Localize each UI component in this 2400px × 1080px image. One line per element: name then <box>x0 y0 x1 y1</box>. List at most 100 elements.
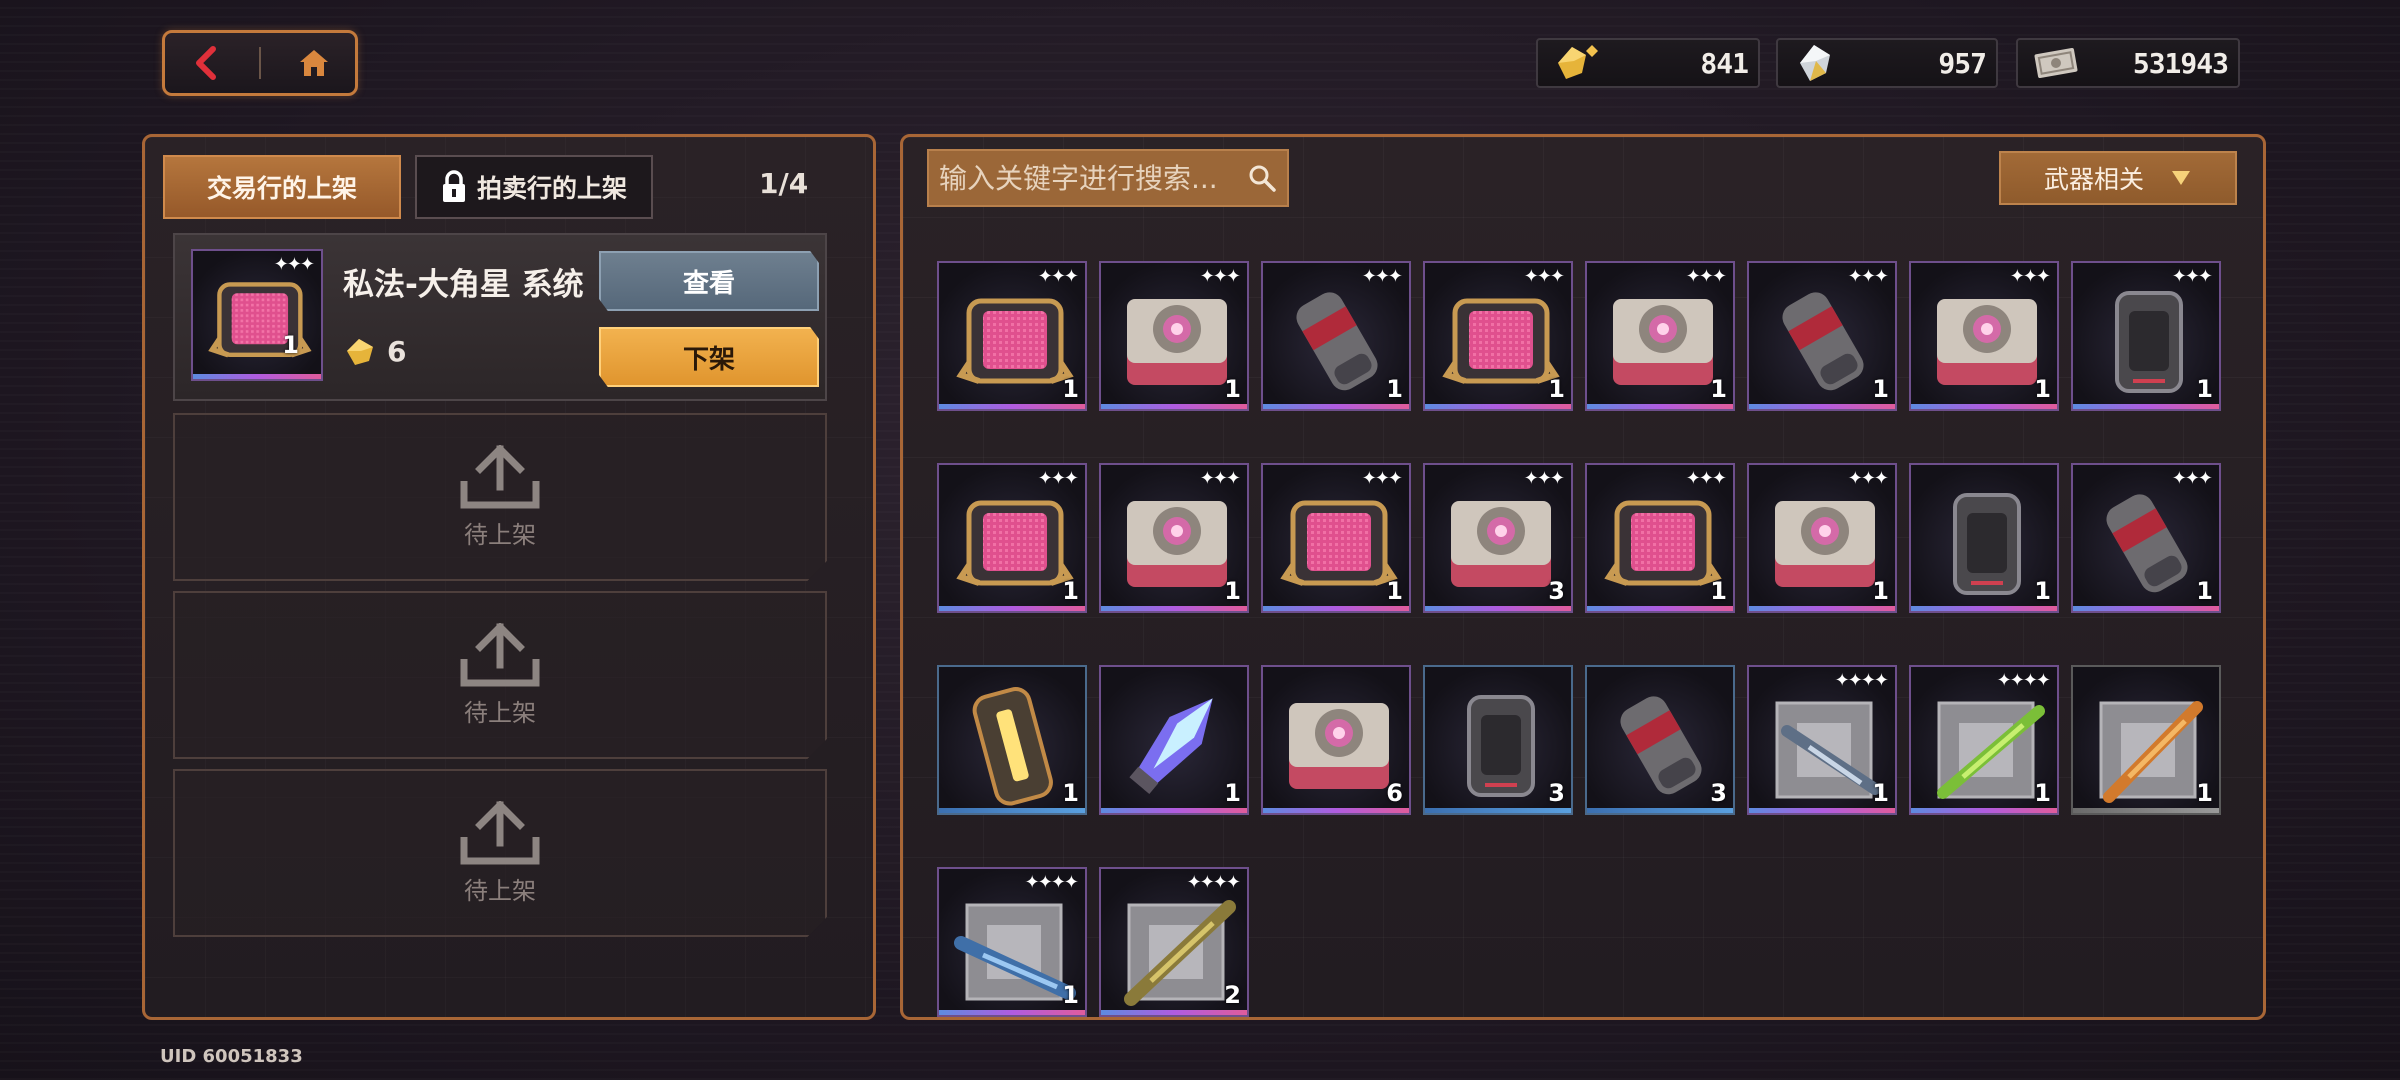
item-quantity: 1 <box>1872 375 1889 403</box>
rarity-bar <box>1911 808 2057 813</box>
inventory-item[interactable]: ✦✦✦ 1 <box>1747 463 1897 613</box>
listing-card: ✦✦✦ 1 私法-大角星 系统 6 查看 下架 <box>173 233 827 401</box>
star-rating: ✦✦✦ <box>1847 468 1889 489</box>
gold-crystal-icon <box>1558 45 1598 79</box>
star-rating: ✦✦✦ <box>1037 266 1079 287</box>
star-rating: ✦✦✦✦ <box>1996 670 2051 691</box>
inventory-item[interactable]: ✦✦✦ 1 <box>1747 261 1897 411</box>
rarity-bar <box>1749 808 1895 813</box>
empty-slot[interactable]: 待上架 <box>173 591 827 759</box>
inventory-item[interactable]: ✦✦✦ 1 <box>937 463 1087 613</box>
item-quantity: 3 <box>1548 577 1565 605</box>
star-rating: ✦✦✦ <box>2171 266 2213 287</box>
item-quantity: 1 <box>2034 577 2051 605</box>
page-indicator: 1/4 <box>759 167 809 200</box>
search-input[interactable] <box>939 161 1247 195</box>
inventory-item[interactable]: ✦✦✦ 1 <box>1099 463 1249 613</box>
star-rating: ✦✦✦✦ <box>1024 872 1079 893</box>
inventory-item[interactable]: 1 <box>937 665 1087 815</box>
inventory-panel: 武器相关 ✦✦✦ 1 ✦✦✦ 1 ✦✦✦ 1 ✦✦✦ 1 <box>900 134 2266 1020</box>
item-quantity: 1 <box>1548 375 1565 403</box>
inventory-item[interactable]: ✦✦✦ 1 <box>1423 261 1573 411</box>
rarity-bar <box>2073 606 2219 611</box>
star-rating: ✦✦✦ <box>2171 468 2213 489</box>
listing-item-thumbnail[interactable]: ✦✦✦ 1 <box>191 249 323 381</box>
currency-silver[interactable]: 957 <box>1776 38 1998 88</box>
home-icon <box>300 50 329 76</box>
rarity-bar <box>1101 404 1247 409</box>
inventory-item[interactable]: 1 <box>1099 665 1249 815</box>
empty-slot[interactable]: 待上架 <box>173 413 827 581</box>
star-rating: ✦✦✦ <box>1199 468 1241 489</box>
item-quantity: 1 <box>1872 577 1889 605</box>
inventory-item[interactable]: 3 <box>1423 665 1573 815</box>
upload-icon <box>460 622 540 686</box>
item-quantity: 1 <box>1224 577 1241 605</box>
inventory-item[interactable]: 6 <box>1261 665 1411 815</box>
rarity-bar <box>1425 606 1571 611</box>
inventory-item[interactable]: ✦✦✦ 1 <box>1585 261 1735 411</box>
item-quantity: 1 <box>2034 779 2051 807</box>
silver-crystal-icon <box>1800 45 1830 81</box>
nav-box <box>162 30 358 96</box>
tab-exchange-listings[interactable]: 交易行的上架 <box>163 155 401 219</box>
delist-button[interactable]: 下架 <box>599 327 819 387</box>
rarity-bar <box>1263 606 1409 611</box>
inventory-item[interactable]: 3 <box>1585 665 1735 815</box>
currency-cash[interactable]: 531943 <box>2016 38 2240 88</box>
currency-silver-value: 957 <box>1938 46 1987 80</box>
inventory-item[interactable]: ✦✦✦ 1 <box>1261 261 1411 411</box>
star-rating: ✦✦✦ <box>1199 266 1241 287</box>
inventory-item[interactable]: ✦✦✦ 1 <box>937 261 1087 411</box>
rarity-bar <box>1587 808 1733 813</box>
inventory-item[interactable]: ✦✦✦✦ 1 <box>937 867 1087 1017</box>
star-rating: ✦✦✦ <box>2009 266 2051 287</box>
inventory-item[interactable]: ✦✦✦ 1 <box>1099 261 1249 411</box>
inventory-item[interactable]: ✦✦✦ 1 <box>2071 261 2221 411</box>
rarity-bar <box>1587 404 1733 409</box>
inventory-item[interactable]: ✦✦✦ 1 <box>2071 463 2221 613</box>
view-button[interactable]: 查看 <box>599 251 819 311</box>
star-rating: ✦✦✦ <box>1523 468 1565 489</box>
rarity-bar <box>939 808 1085 813</box>
home-button[interactable] <box>286 38 342 88</box>
item-quantity: 1 <box>1710 577 1727 605</box>
tab-auction-listings[interactable]: 拍卖行的上架 <box>415 155 653 219</box>
triangle-down-icon <box>2172 171 2190 185</box>
banknote-icon <box>2034 48 2078 78</box>
search-icon[interactable] <box>1247 163 1277 193</box>
rarity-bar <box>2073 808 2219 813</box>
star-rating: ✦✦✦ <box>273 254 315 275</box>
category-filter-dropdown[interactable]: 武器相关 <box>1999 151 2237 205</box>
rarity-bar <box>939 1010 1085 1015</box>
user-id: UID 60051833 <box>160 1046 303 1067</box>
star-rating: ✦✦✦✦ <box>1186 872 1241 893</box>
star-rating: ✦✦✦ <box>1361 468 1403 489</box>
inventory-item[interactable]: 1 <box>1909 463 2059 613</box>
back-button[interactable] <box>178 38 234 88</box>
inventory-item[interactable]: 1 <box>2071 665 2221 815</box>
inventory-item[interactable]: ✦✦✦ 1 <box>1261 463 1411 613</box>
listing-price: 6 <box>343 335 406 368</box>
item-quantity: 1 <box>1224 375 1241 403</box>
item-quantity: 1 <box>1224 779 1241 807</box>
search-box <box>927 149 1289 207</box>
item-quantity: 1 <box>1386 375 1403 403</box>
inventory-item[interactable]: ✦✦✦ 3 <box>1423 463 1573 613</box>
empty-slot-label: 待上架 <box>464 876 536 905</box>
empty-slot[interactable]: 待上架 <box>173 769 827 937</box>
item-quantity: 1 <box>2196 779 2213 807</box>
rarity-bar <box>1749 404 1895 409</box>
star-rating: ✦✦✦ <box>1523 266 1565 287</box>
gold-crystal-icon <box>347 338 373 365</box>
item-quantity: 3 <box>1710 779 1727 807</box>
inventory-item[interactable]: ✦✦✦ 1 <box>1909 261 2059 411</box>
upload-icon <box>460 444 540 508</box>
inventory-item[interactable]: ✦✦✦✦ 2 <box>1099 867 1249 1017</box>
item-quantity: 1 <box>2196 375 2213 403</box>
inventory-item[interactable]: ✦✦✦✦ 1 <box>1909 665 2059 815</box>
currency-gold[interactable]: 841 <box>1536 38 1760 88</box>
inventory-item[interactable]: ✦✦✦ 1 <box>1585 463 1735 613</box>
inventory-item[interactable]: ✦✦✦✦ 1 <box>1747 665 1897 815</box>
star-rating: ✦✦✦ <box>1847 266 1889 287</box>
